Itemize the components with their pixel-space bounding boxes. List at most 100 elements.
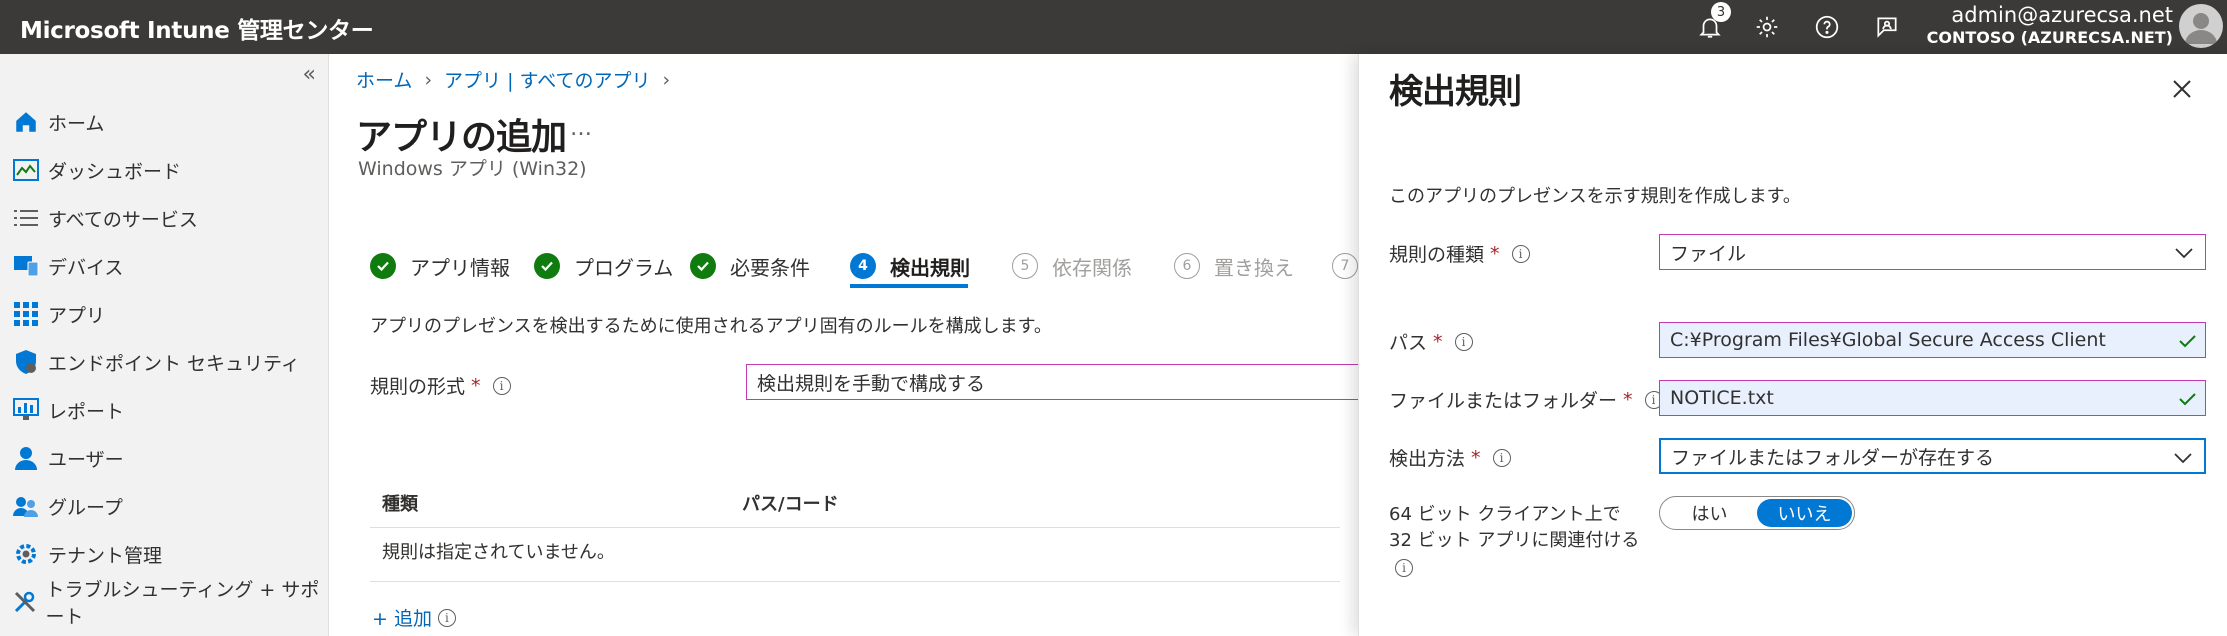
sidebar: « ホーム ダッシュボード すべてのサービス デバイス アプリ エンドポイント …	[0, 54, 329, 636]
required-mark: *	[1471, 446, 1481, 469]
empty-rules-message: 規則は指定されていません。	[382, 542, 615, 563]
help-icon	[1815, 15, 1839, 39]
main-content: ホーム › アプリ | すべてのアプリ › アプリの追加 … Windows ア…	[330, 54, 1366, 636]
info-icon[interactable]: i	[1492, 448, 1511, 467]
toggle-no[interactable]: いいえ	[1757, 499, 1852, 527]
associate-32bit-toggle[interactable]: はい いいえ	[1659, 496, 1855, 530]
sidebar-item-devices[interactable]: デバイス	[0, 244, 329, 288]
top-bar: Microsoft Intune 管理センター 3 admin@azurecsa…	[0, 0, 2227, 54]
step-dependencies: 5 依存関係	[1012, 244, 1132, 288]
step-detection-rules[interactable]: 4 検出規則	[850, 244, 970, 288]
sidebar-item-dashboard[interactable]: ダッシュボード	[0, 148, 329, 192]
tenant-name: CONTOSO (AZURECSA.NET)	[1926, 28, 2173, 47]
step-label: 依存関係	[1052, 255, 1132, 280]
feedback-button[interactable]	[1870, 10, 1904, 44]
avatar[interactable]	[2179, 4, 2223, 48]
sidebar-item-home[interactable]: ホーム	[0, 100, 329, 144]
chevron-down-icon	[2174, 453, 2192, 464]
user-email: admin@azurecsa.net	[1951, 3, 2173, 27]
column-path-code: パス/コード	[742, 494, 839, 515]
step-program[interactable]: プログラム	[534, 244, 673, 288]
sidebar-item-label: エンドポイント セキュリティ	[48, 352, 300, 375]
detection-method-dropdown[interactable]: ファイルまたはフォルダーが存在する	[1659, 438, 2206, 474]
rule-type-dropdown[interactable]: ファイル	[1659, 234, 2206, 270]
chevron-right-icon: ›	[662, 68, 671, 91]
group-icon	[12, 492, 40, 520]
sidebar-item-label: アプリ	[48, 304, 106, 327]
sidebar-item-apps[interactable]: アプリ	[0, 292, 329, 336]
app-title[interactable]: Microsoft Intune 管理センター	[20, 11, 374, 45]
sidebar-item-reports[interactable]: レポート	[0, 388, 329, 432]
check-icon	[2179, 335, 2196, 348]
info-icon[interactable]: i	[1395, 559, 1413, 577]
sidebar-item-tenant-admin[interactable]: テナント管理	[0, 532, 329, 576]
sidebar-item-label: ダッシュボード	[48, 160, 182, 183]
dashboard-icon	[12, 156, 40, 184]
detection-method-label: 検出方法 * i	[1389, 444, 1511, 471]
more-options-button[interactable]: …	[570, 116, 592, 141]
required-mark: *	[1623, 388, 1633, 411]
sidebar-item-label: ホーム	[48, 112, 105, 135]
info-icon[interactable]: i	[1511, 244, 1530, 263]
shield-icon	[12, 348, 40, 376]
step-label: 検出規則	[890, 255, 970, 280]
toggle-yes[interactable]: はい	[1662, 499, 1757, 527]
step-label: 置き換え	[1214, 255, 1294, 280]
list-icon	[12, 204, 40, 232]
detection-description: アプリのプレゼンスを検出するために使用されるアプリ固有のルールを構成します。	[370, 316, 1052, 337]
breadcrumb-home-link[interactable]: ホーム	[356, 66, 412, 93]
rules-format-dropdown[interactable]: 検出規則を手動で構成する	[746, 364, 1366, 400]
sidebar-item-groups[interactable]: グループ	[0, 484, 329, 528]
breadcrumb-apps-link[interactable]: アプリ | すべてのアプリ	[444, 66, 650, 93]
active-step-indicator	[850, 284, 968, 288]
step-label: アプリ情報	[410, 255, 510, 280]
home-icon	[12, 108, 40, 136]
rules-format-label: 規則の形式 * i	[370, 372, 511, 399]
feedback-icon	[1877, 17, 1897, 38]
associate-32bit-label: 64 ビット クライアント上で 32 ビット アプリに関連付ける i	[1389, 504, 1640, 577]
sidebar-item-troubleshooting[interactable]: トラブルシューティング + サポート	[0, 579, 329, 628]
add-rule-button[interactable]: + 追加 i	[372, 604, 456, 631]
step-label: 必要条件	[730, 255, 810, 280]
step-supersedence: 6 置き換え	[1174, 244, 1294, 288]
path-input[interactable]: C:¥Program Files¥Global Secure Access Cl…	[1659, 322, 2206, 358]
reports-icon	[12, 396, 40, 424]
check-icon	[370, 253, 396, 279]
devices-icon	[12, 252, 40, 280]
sidebar-item-label: トラブルシューティング + サポート	[45, 579, 320, 628]
page-title: アプリの追加	[356, 117, 567, 158]
breadcrumb: ホーム › アプリ | すべてのアプリ ›	[356, 66, 670, 93]
sidebar-item-label: ユーザー	[48, 448, 124, 471]
troubleshoot-icon	[12, 588, 37, 616]
step-number: 6	[1174, 253, 1200, 279]
info-icon[interactable]: i	[492, 376, 511, 395]
collapse-sidebar-button[interactable]: «	[303, 62, 316, 87]
settings-button[interactable]	[1750, 10, 1784, 44]
sidebar-item-label: すべてのサービス	[48, 208, 198, 231]
apps-icon	[12, 300, 40, 328]
file-or-folder-input[interactable]: NOTICE.txt	[1659, 380, 2206, 416]
sidebar-item-all-services[interactable]: すべてのサービス	[0, 196, 329, 240]
rule-type-label: 規則の種類 * i	[1389, 240, 1530, 267]
rules-table-header: 種類 パス/コード	[370, 478, 1340, 528]
step-requirements[interactable]: 必要条件	[690, 244, 810, 288]
step-number: 7	[1332, 253, 1358, 279]
check-icon	[2179, 393, 2196, 406]
panel-title: 検出規則	[1389, 72, 1522, 112]
check-icon	[534, 253, 560, 279]
sidebar-item-users[interactable]: ユーザー	[0, 436, 329, 480]
info-icon[interactable]: i	[437, 608, 456, 627]
user-icon	[12, 444, 40, 472]
required-mark: *	[1490, 242, 1500, 265]
notifications-button[interactable]: 3	[1693, 2, 1731, 44]
chevron-down-icon	[2175, 248, 2193, 259]
info-icon[interactable]: i	[1454, 332, 1473, 351]
sidebar-item-label: テナント管理	[48, 544, 163, 567]
close-button[interactable]	[2167, 74, 2197, 104]
account-info[interactable]: admin@azurecsa.net CONTOSO (AZURECSA.NET…	[1927, 3, 2173, 49]
table-row: 規則は指定されていません。	[370, 528, 1340, 582]
sidebar-item-endpoint-security[interactable]: エンドポイント セキュリティ	[0, 340, 329, 384]
sidebar-item-label: レポート	[48, 400, 125, 423]
step-app-info[interactable]: アプリ情報	[370, 244, 510, 288]
help-button[interactable]	[1810, 10, 1844, 44]
